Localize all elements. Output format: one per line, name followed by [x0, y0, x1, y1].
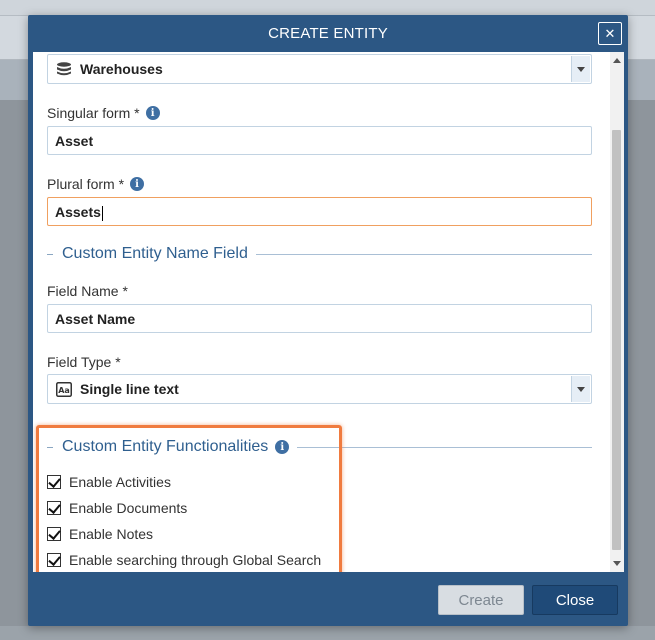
chevron-down-icon[interactable] [571, 376, 590, 402]
svg-text:Aa: Aa [58, 386, 70, 395]
info-icon[interactable]: i [145, 106, 160, 120]
field-type-select[interactable]: Aa Single line text [47, 374, 592, 404]
scrollbar[interactable] [610, 52, 624, 572]
scrollbar-thumb[interactable] [612, 130, 621, 550]
field-type-label: Field Type * [47, 354, 121, 370]
module-select[interactable]: Warehouses [47, 54, 592, 84]
close-icon-button[interactable]: ✕ [598, 22, 622, 45]
field-type-value: Single line text [80, 381, 179, 397]
singular-form-value: Asset [55, 133, 94, 149]
field-type-label-text: Field Type * [47, 354, 121, 370]
singular-form-input[interactable]: Asset [47, 126, 592, 155]
name-field-section-header: Custom Entity Name Field [47, 244, 592, 264]
create-entity-dialog: CREATE ENTITY ✕ Warehouses Singular form… [28, 15, 628, 626]
background-app-footer [0, 626, 655, 640]
dialog-body: Warehouses Singular form * i Asset Plura… [33, 52, 624, 572]
field-name-input[interactable]: Asset Name [47, 304, 592, 333]
plural-form-input[interactable]: Assets [47, 197, 592, 226]
scroll-up-icon[interactable] [613, 58, 621, 63]
field-name-label: Field Name * [47, 283, 128, 299]
text-caret [101, 205, 103, 221]
scroll-down-icon[interactable] [613, 561, 621, 566]
create-button[interactable]: Create [438, 585, 524, 615]
module-select-value: Warehouses [80, 61, 163, 77]
dialog-header: CREATE ENTITY ✕ [28, 15, 628, 51]
plural-form-label-text: Plural form * [47, 176, 125, 192]
plural-form-label: Plural form * i [47, 176, 145, 192]
chevron-down-icon[interactable] [571, 56, 590, 82]
singular-form-label-text: Singular form * [47, 105, 140, 121]
field-name-value: Asset Name [55, 311, 136, 327]
highlight-annotation-box [36, 425, 342, 572]
info-icon[interactable]: i [130, 177, 145, 191]
database-icon [48, 62, 80, 76]
dialog-title: CREATE ENTITY [268, 24, 388, 42]
singular-form-label: Singular form * i [47, 105, 160, 121]
close-icon: ✕ [604, 25, 616, 41]
field-name-label-text: Field Name * [47, 283, 128, 299]
name-field-section-title: Custom Entity Name Field [62, 245, 248, 262]
text-field-icon: Aa [48, 381, 80, 397]
close-button[interactable]: Close [532, 585, 618, 615]
plural-form-value: Assets [55, 204, 101, 220]
